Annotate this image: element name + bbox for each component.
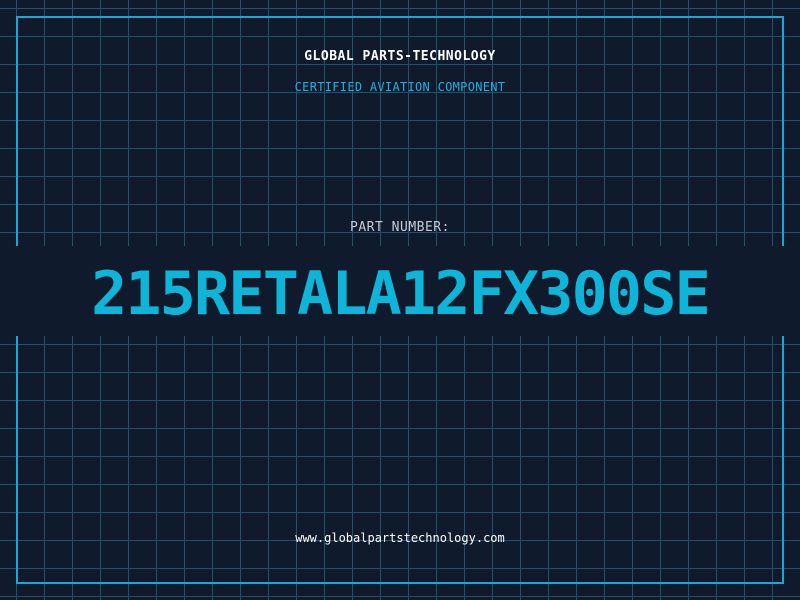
company-name: GLOBAL PARTS-TECHNOLOGY	[304, 49, 496, 64]
certificate-canvas: GLOBAL PARTS-TECHNOLOGY CERTIFIED AVIATI…	[0, 0, 800, 600]
part-number-value: 215RETALA12FX300SE	[91, 259, 711, 329]
part-number-band: 215RETALA12FX300SE	[0, 246, 800, 336]
website-url: www.globalpartstechnology.com	[295, 531, 505, 545]
part-number-label: PART NUMBER:	[350, 220, 450, 235]
certification-subtitle: CERTIFIED AVIATION COMPONENT	[294, 80, 506, 94]
